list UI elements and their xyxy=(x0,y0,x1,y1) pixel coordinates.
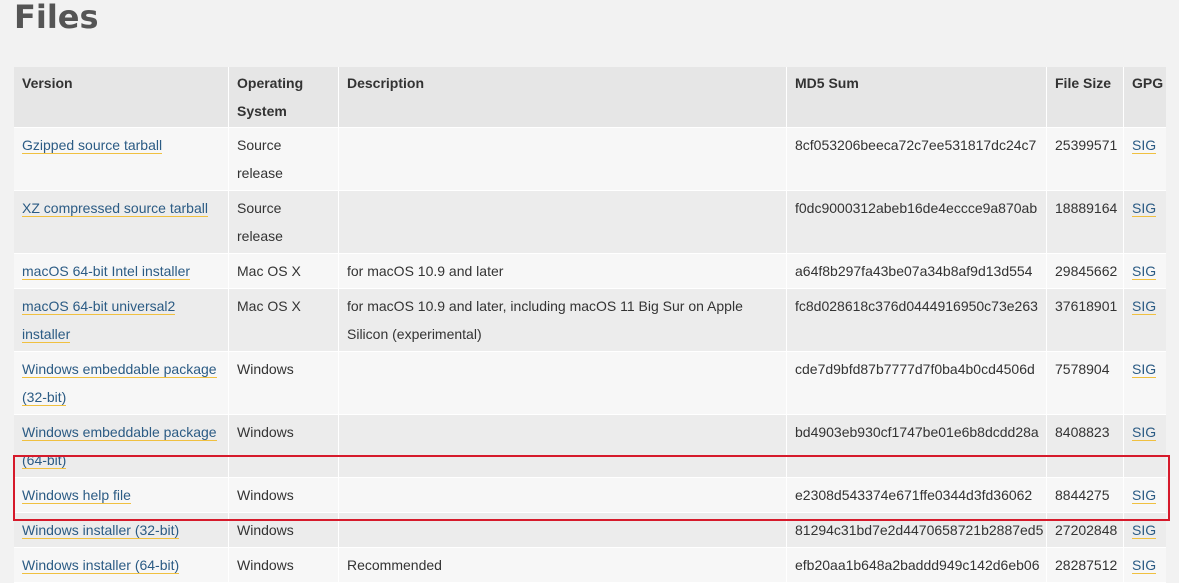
size-cell: 18889164 xyxy=(1047,191,1124,254)
version-link[interactable]: Windows installer (32-bit) xyxy=(22,522,180,539)
os-cell: Windows xyxy=(229,548,339,583)
md5-cell: 81294c31bd7e2d4470658721b2887ed5 xyxy=(787,513,1047,548)
sig-link[interactable]: SIG xyxy=(1132,487,1157,504)
page-title: Files xyxy=(14,0,99,36)
md5-cell: efb20aa1b648a2baddd949c142d6eb06 xyxy=(787,548,1047,583)
table-row: macOS 64-bit universal2 installer Mac OS… xyxy=(14,289,1166,352)
description-cell: for macOS 10.9 and later xyxy=(339,254,787,289)
description-cell xyxy=(339,191,787,254)
sig-link[interactable]: SIG xyxy=(1132,361,1157,378)
size-cell: 29845662 xyxy=(1047,254,1124,289)
gpg-cell: SIG xyxy=(1124,415,1166,478)
size-cell: 8408823 xyxy=(1047,415,1124,478)
size-cell: 8844275 xyxy=(1047,478,1124,513)
description-cell xyxy=(339,478,787,513)
version-link[interactable]: macOS 64-bit universal2 installer xyxy=(22,298,176,343)
size-cell: 28287512 xyxy=(1047,548,1124,583)
version-cell: Windows installer (64-bit) xyxy=(14,548,229,583)
table-row: Gzipped source tarball Source release 8c… xyxy=(14,128,1166,191)
description-cell xyxy=(339,128,787,191)
version-link[interactable]: macOS 64-bit Intel installer xyxy=(22,263,191,280)
size-cell: 25399571 xyxy=(1047,128,1124,191)
gpg-cell: SIG xyxy=(1124,128,1166,191)
table-row: Windows installer (32-bit) Windows 81294… xyxy=(14,513,1166,548)
version-link[interactable]: Windows embeddable package (64-bit) xyxy=(22,424,217,469)
gpg-cell: SIG xyxy=(1124,254,1166,289)
gpg-cell: SIG xyxy=(1124,478,1166,513)
sig-link[interactable]: SIG xyxy=(1132,263,1157,280)
md5-cell: a64f8b297fa43be07a34b8af9d13d554 xyxy=(787,254,1047,289)
sig-link[interactable]: SIG xyxy=(1132,557,1157,574)
version-cell: XZ compressed source tarball xyxy=(14,191,229,254)
version-link[interactable]: Gzipped source tarball xyxy=(22,137,163,154)
sig-link[interactable]: SIG xyxy=(1132,298,1157,315)
header-operating-system: Operating System xyxy=(229,67,339,128)
md5-cell: f0dc9000312abeb16de4eccce9a870ab xyxy=(787,191,1047,254)
sig-link[interactable]: SIG xyxy=(1132,200,1157,217)
size-cell: 37618901 xyxy=(1047,289,1124,352)
files-table: Version Operating System Description MD5… xyxy=(14,67,1166,583)
md5-cell: bd4903eb930cf1747be01e6b8dcdd28a xyxy=(787,415,1047,478)
gpg-cell: SIG xyxy=(1124,513,1166,548)
gpg-cell: SIG xyxy=(1124,352,1166,415)
version-cell: Gzipped source tarball xyxy=(14,128,229,191)
sig-link[interactable]: SIG xyxy=(1132,137,1157,154)
os-cell: Windows xyxy=(229,513,339,548)
header-version: Version xyxy=(14,67,229,128)
table-row: Windows help file Windows e2308d543374e6… xyxy=(14,478,1166,513)
table-row: Windows embeddable package (32-bit) Wind… xyxy=(14,352,1166,415)
description-cell xyxy=(339,415,787,478)
version-cell: Windows installer (32-bit) xyxy=(14,513,229,548)
header-file-size: File Size xyxy=(1047,67,1124,128)
size-cell: 7578904 xyxy=(1047,352,1124,415)
description-cell: for macOS 10.9 and later, including macO… xyxy=(339,289,787,352)
header-description: Description xyxy=(339,67,787,128)
table-row: macOS 64-bit Intel installer Mac OS X fo… xyxy=(14,254,1166,289)
header-gpg: GPG xyxy=(1124,67,1166,128)
description-cell: Recommended xyxy=(339,548,787,583)
table-row: XZ compressed source tarball Source rele… xyxy=(14,191,1166,254)
version-cell: Windows embeddable package (32-bit) xyxy=(14,352,229,415)
sig-link[interactable]: SIG xyxy=(1132,522,1157,539)
gpg-cell: SIG xyxy=(1124,548,1166,583)
version-link[interactable]: Windows help file xyxy=(22,487,131,504)
description-cell xyxy=(339,352,787,415)
os-cell: Mac OS X xyxy=(229,254,339,289)
size-cell: 27202848 xyxy=(1047,513,1124,548)
os-cell: Windows xyxy=(229,352,339,415)
version-cell: Windows help file xyxy=(14,478,229,513)
version-cell: macOS 64-bit Intel installer xyxy=(14,254,229,289)
version-cell: Windows embeddable package (64-bit) xyxy=(14,415,229,478)
gpg-cell: SIG xyxy=(1124,289,1166,352)
table-header-row: Version Operating System Description MD5… xyxy=(14,67,1166,128)
description-cell xyxy=(339,513,787,548)
os-cell: Source release xyxy=(229,191,339,254)
version-link[interactable]: Windows embeddable package (32-bit) xyxy=(22,361,217,406)
md5-cell: e2308d543374e671ffe0344d3fd36062 xyxy=(787,478,1047,513)
version-link[interactable]: Windows installer (64-bit) xyxy=(22,557,180,574)
table-row: Windows installer (64-bit) Windows Recom… xyxy=(14,548,1166,583)
os-cell: Source release xyxy=(229,128,339,191)
version-cell: macOS 64-bit universal2 installer xyxy=(14,289,229,352)
os-cell: Mac OS X xyxy=(229,289,339,352)
md5-cell: cde7d9bfd87b7777d7f0ba4b0cd4506d xyxy=(787,352,1047,415)
version-link[interactable]: XZ compressed source tarball xyxy=(22,200,208,217)
os-cell: Windows xyxy=(229,478,339,513)
table-row: Windows embeddable package (64-bit) Wind… xyxy=(14,415,1166,478)
os-cell: Windows xyxy=(229,415,339,478)
gpg-cell: SIG xyxy=(1124,191,1166,254)
md5-cell: fc8d028618c376d0444916950c73e263 xyxy=(787,289,1047,352)
md5-cell: 8cf053206beeca72c7ee531817dc24c7 xyxy=(787,128,1047,191)
header-md5-sum: MD5 Sum xyxy=(787,67,1047,128)
sig-link[interactable]: SIG xyxy=(1132,424,1157,441)
